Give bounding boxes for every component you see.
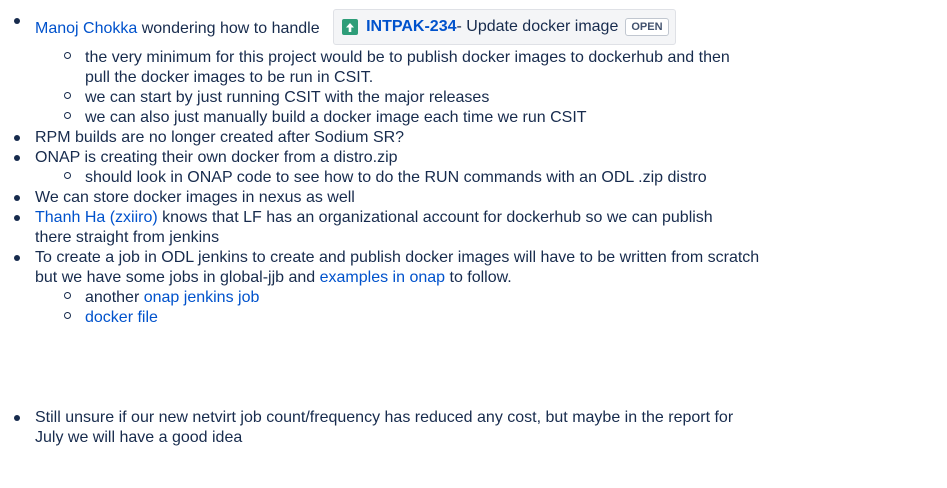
sub-item-text: should look in ONAP code to see how to d… (85, 169, 707, 186)
empty-space (0, 328, 947, 408)
list-item: To create a job in ODL jenkins to create… (0, 248, 947, 328)
item-text: To create a job in ODL jenkins to create… (35, 249, 760, 266)
jira-status-badge: OPEN (625, 18, 669, 36)
item-text: wondering how to handle (137, 20, 320, 38)
jira-improvement-icon (342, 19, 359, 35)
jira-issue-key[interactable]: INTPAK-234 (366, 17, 456, 37)
sub-list-item: should look in ONAP code to see how to d… (0, 168, 947, 188)
meeting-notes-list: Manoj Chokka wondering how to handle INT… (0, 9, 947, 448)
list-item: Thanh Ha (zxiiro) knows that LF has an o… (0, 208, 947, 248)
sub-item-text: the very minimum for this project would … (85, 49, 730, 66)
list-item: RPM builds are no longer created after S… (0, 128, 947, 148)
sub-list-item: docker file (0, 308, 947, 328)
examples-in-onap-link[interactable]: examples in onap (320, 269, 445, 286)
sub-list: another onap jenkins job docker file (35, 288, 947, 328)
list-item: Manoj Chokka wondering how to handle INT… (0, 9, 947, 128)
list-item: Still unsure if our new netvirt job coun… (0, 408, 947, 448)
sub-item-text: we can start by just running CSIT with t… (85, 89, 490, 106)
sub-item-text: we can also just manually build a docker… (85, 109, 587, 126)
jira-issue-summary: - Update docker image (456, 18, 619, 35)
item-text: ONAP is creating their own docker from a… (35, 149, 398, 166)
item-text-cont: July we will have a good idea (35, 429, 243, 446)
item-text: knows that LF has an organizational acco… (157, 209, 713, 226)
item-text-end: to follow. (445, 269, 512, 286)
sub-list-item: the very minimum for this project would … (0, 48, 947, 88)
sub-list: should look in ONAP code to see how to d… (35, 168, 947, 188)
sub-list: the very minimum for this project would … (35, 48, 947, 128)
sub-list-item: another onap jenkins job (0, 288, 947, 308)
user-mention-manoj[interactable]: Manoj Chokka (35, 20, 137, 37)
sub-list-item: we can also just manually build a docker… (0, 108, 947, 128)
list-item: ONAP is creating their own docker from a… (0, 148, 947, 188)
item-text: RPM builds are no longer created after S… (35, 129, 405, 146)
list-item: We can store docker images in nexus as w… (0, 188, 947, 208)
notes-page: Manoj Chokka wondering how to handle INT… (0, 0, 947, 448)
item-text: We can store docker images in nexus as w… (35, 189, 355, 206)
onap-jenkins-job-link[interactable]: onap jenkins job (144, 289, 260, 306)
sub-item-text: another (85, 289, 144, 306)
item-text-cont: but we have some jobs in global-jjb and (35, 269, 320, 286)
docker-file-link[interactable]: docker file (85, 309, 158, 326)
jira-issue-macro[interactable]: INTPAK-234 - Update docker image OPEN (333, 9, 676, 45)
sub-item-text-cont: pull the docker images to be run in CSIT… (85, 69, 374, 86)
item-text-cont: there straight from jenkins (35, 229, 220, 246)
item-text: Still unsure if our new netvirt job coun… (35, 409, 734, 426)
user-mention-thanh[interactable]: Thanh Ha (zxiiro) (35, 209, 158, 226)
sub-list-item: we can start by just running CSIT with t… (0, 88, 947, 108)
